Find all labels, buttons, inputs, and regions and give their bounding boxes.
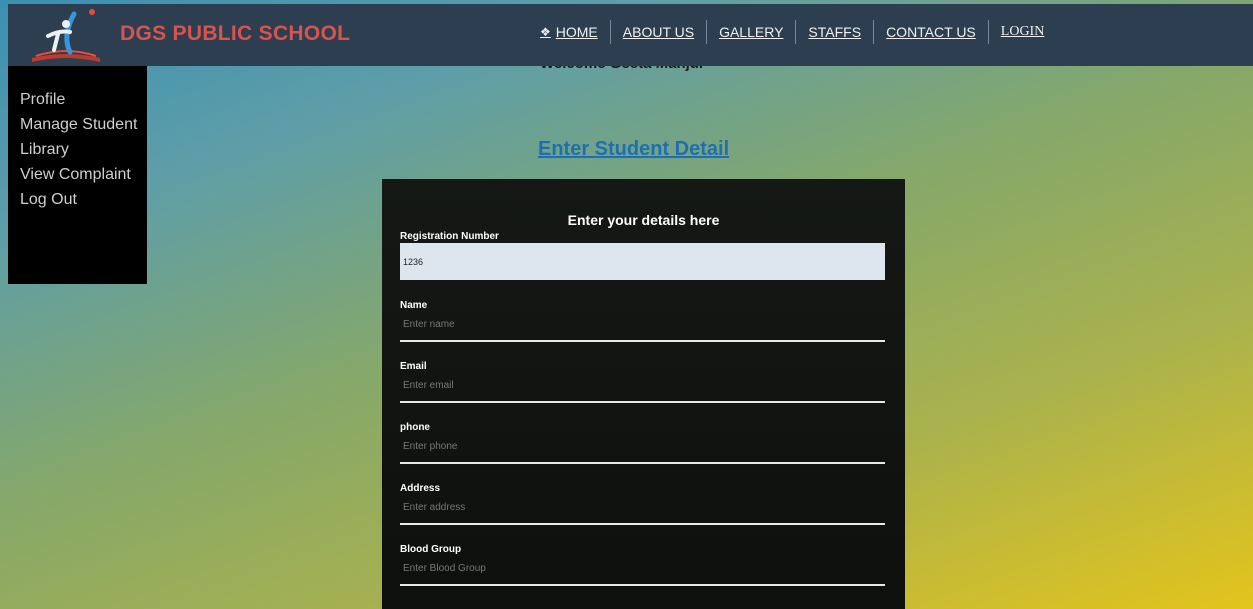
- phone-label: phone: [400, 422, 430, 433]
- nav-login[interactable]: LOGIN: [989, 20, 1057, 44]
- nav-about-us[interactable]: ABOUT US: [611, 20, 708, 44]
- email-label: Email: [400, 361, 427, 372]
- address-label: Address: [400, 483, 441, 494]
- student-form-card: Enter your details here Registration Num…: [382, 179, 905, 609]
- nav-gallery[interactable]: GALLERY: [707, 20, 797, 44]
- name-input[interactable]: [400, 315, 885, 342]
- email-field: Email: [400, 361, 887, 403]
- sidebar-item-manage-student[interactable]: Manage Student: [20, 115, 147, 134]
- name-field: Name: [400, 300, 887, 342]
- sidebar: Profile Manage Student Library View Comp…: [8, 66, 147, 284]
- brand-name[interactable]: DGS PUBLIC SCHOOL: [120, 22, 350, 46]
- blood-group-input[interactable]: [400, 559, 885, 586]
- phone-field: phone: [400, 422, 887, 464]
- blood-group-field: Blood Group: [400, 544, 887, 586]
- school-logo-icon: [32, 9, 100, 62]
- name-label: Name: [400, 300, 428, 311]
- email-input[interactable]: [400, 376, 885, 403]
- main-nav: ❖ HOME ABOUT US GALLERY STAFFS CONTACT U…: [528, 20, 1056, 44]
- phone-input[interactable]: [400, 437, 885, 464]
- sidebar-item-log-out[interactable]: Log Out: [20, 190, 147, 209]
- address-field: Address: [400, 483, 887, 525]
- nav-contact-us[interactable]: CONTACT US: [874, 20, 989, 44]
- nav-staffs[interactable]: STAFFS: [796, 20, 875, 44]
- sidebar-item-profile[interactable]: Profile: [20, 90, 147, 109]
- nav-home[interactable]: ❖ HOME: [528, 20, 611, 44]
- nav-home-label: HOME: [555, 24, 598, 40]
- top-navbar: DGS PUBLIC SCHOOL ❖ HOME ABOUT US GALLER…: [8, 4, 1253, 66]
- page-title[interactable]: Enter Student Detail: [538, 138, 729, 161]
- form-title: Enter your details here: [567, 212, 720, 228]
- registration-number-input[interactable]: [400, 243, 885, 280]
- registration-number-label: Registration Number: [400, 231, 499, 242]
- blood-group-label: Blood Group: [400, 544, 462, 555]
- address-input[interactable]: [400, 498, 885, 525]
- sidebar-item-view-complaint[interactable]: View Complaint: [20, 165, 147, 184]
- sidebar-item-library[interactable]: Library: [20, 140, 147, 159]
- home-icon: ❖: [540, 25, 551, 39]
